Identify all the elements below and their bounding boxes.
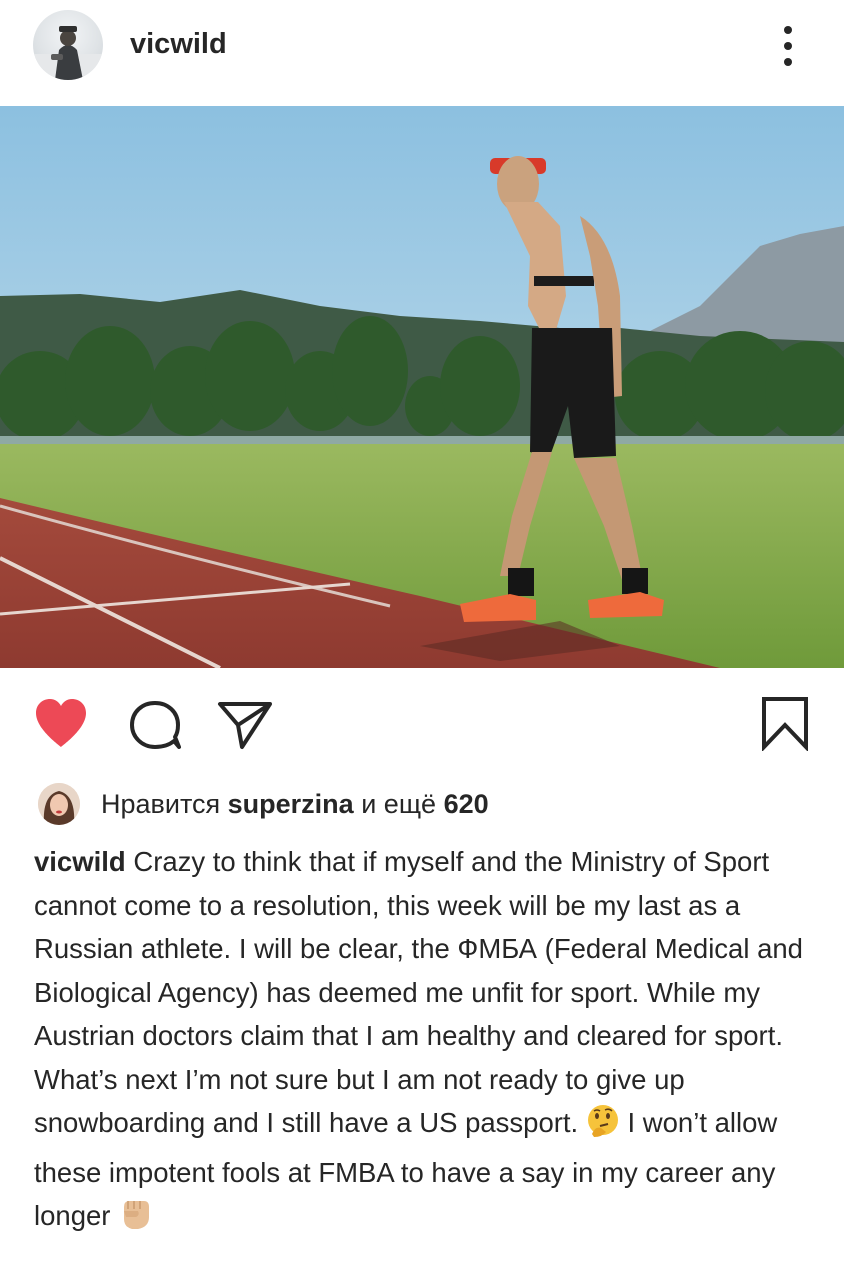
post-photo[interactable] [0, 106, 844, 668]
kebab-menu-icon[interactable] [774, 24, 802, 68]
post-caption: vicwild Crazy to think that if myself an… [34, 840, 824, 1244]
bookmark-icon[interactable] [760, 695, 810, 752]
likes-prefix: Нравится [101, 789, 221, 819]
heart-icon[interactable] [33, 697, 89, 749]
caption-text-part1: Crazy to think that if myself and the Mi… [34, 846, 803, 1138]
likes-row: Нравится superzina и ещё 620 [38, 783, 818, 827]
post-header: vicwild [0, 0, 844, 92]
post-username[interactable]: vicwild [130, 28, 227, 61]
action-bar [0, 685, 844, 765]
likes-text: Нравится superzina и ещё 620 [101, 789, 489, 820]
caption-username[interactable]: vicwild [34, 846, 126, 877]
comment-bubble-icon[interactable] [128, 699, 184, 751]
send-icon[interactable] [216, 699, 274, 751]
liker-username[interactable]: superzina [228, 789, 354, 819]
raised-fist-emoji [118, 1195, 152, 1244]
likes-count[interactable]: 620 [444, 789, 489, 819]
thinking-face-emoji [586, 1104, 620, 1151]
user-avatar[interactable] [33, 10, 103, 80]
liker-avatar[interactable] [38, 783, 80, 825]
likes-middle: и ещё [361, 789, 437, 819]
